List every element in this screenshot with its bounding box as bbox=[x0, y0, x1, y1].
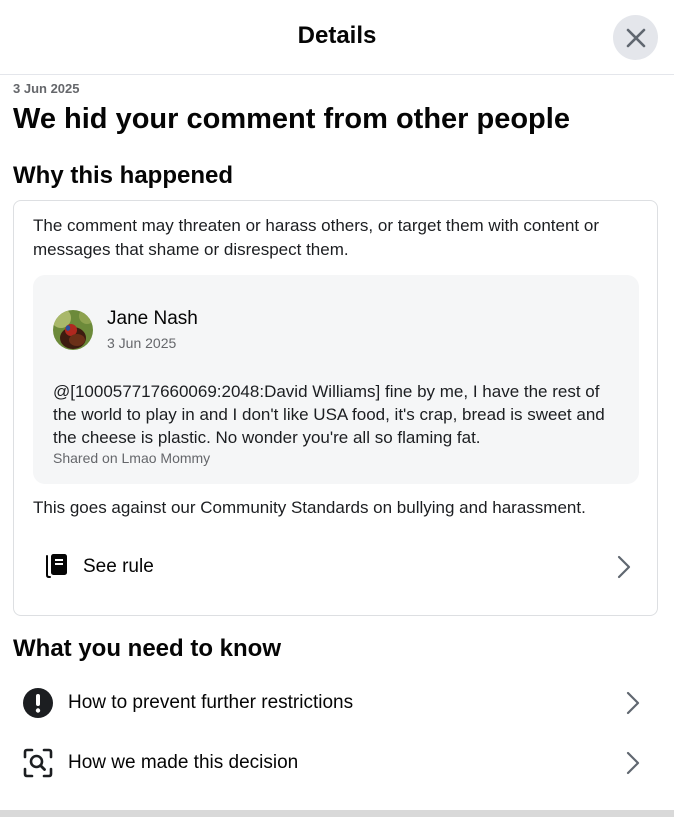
close-button[interactable] bbox=[613, 15, 658, 60]
dialog-title: Details bbox=[297, 22, 377, 49]
why-card: The comment may threaten or harass other… bbox=[13, 200, 658, 616]
see-rule-button[interactable]: See rule bbox=[26, 541, 638, 593]
comment-preview: Jane Nash 3 Jun 2025 @[100057717660069:2… bbox=[33, 275, 639, 484]
see-rule-label: See rule bbox=[83, 556, 154, 577]
rulebook-icon bbox=[46, 554, 67, 578]
close-icon bbox=[626, 28, 645, 47]
reason-text: The comment may threaten or harass other… bbox=[33, 216, 599, 259]
chevron-right-icon bbox=[626, 691, 640, 715]
avatar bbox=[53, 310, 93, 350]
know-section-title: What you need to know bbox=[13, 635, 281, 662]
decision-info-label: How we made this decision bbox=[68, 752, 299, 773]
prevent-restrictions-item[interactable]: How to prevent further restrictions bbox=[13, 677, 658, 729]
standards-text: This goes against our Community Standard… bbox=[33, 498, 586, 517]
decision-info-item[interactable]: How we made this decision bbox=[13, 737, 658, 789]
dialog-bottom-edge bbox=[0, 810, 674, 817]
prevent-restrictions-label: How to prevent further restrictions bbox=[68, 692, 354, 713]
shared-on-text: Shared on Lmao Mommy bbox=[53, 450, 211, 466]
comment-text: @[100057717660069:2048:David Williams] f… bbox=[53, 382, 605, 447]
page-headline: We hid your comment from other people bbox=[13, 103, 570, 135]
exclamation-icon bbox=[22, 687, 54, 719]
dialog-header: Details bbox=[0, 0, 674, 75]
chevron-right-icon bbox=[626, 751, 640, 775]
comment-date: 3 Jun 2025 bbox=[107, 335, 177, 351]
comment-author: Jane Nash bbox=[107, 308, 198, 329]
chevron-right-icon bbox=[617, 555, 631, 579]
magnifier-icon bbox=[22, 747, 54, 779]
decision-date: 3 Jun 2025 bbox=[13, 81, 80, 96]
why-section-title: Why this happened bbox=[13, 162, 234, 189]
